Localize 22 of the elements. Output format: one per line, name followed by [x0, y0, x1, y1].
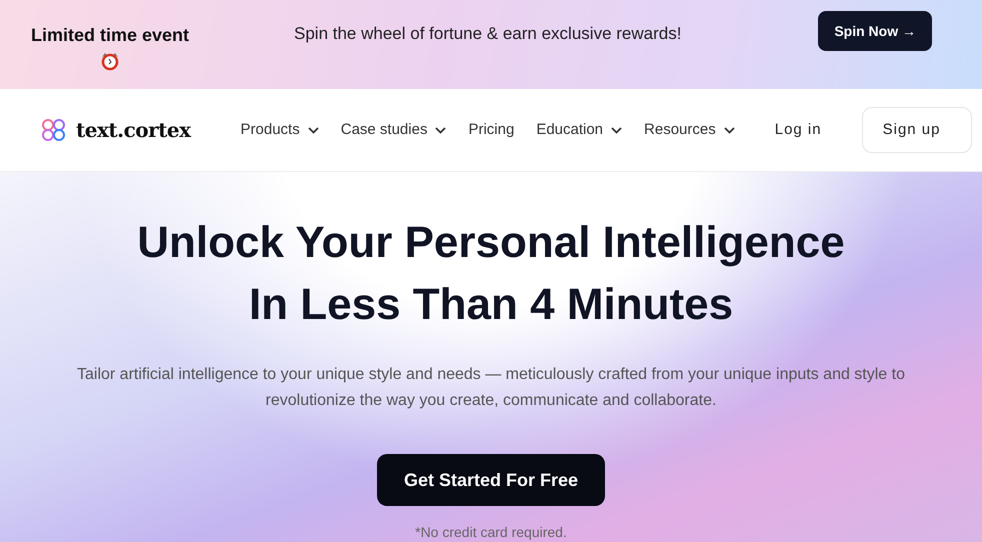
nav-link[interactable]: Pricing [468, 118, 514, 142]
get-started-button[interactable]: Get Started For Free [377, 454, 605, 506]
hero-headline: In Less Than 4 Minutes [248, 279, 734, 331]
chevron-down-icon [435, 126, 446, 134]
no-credit-card-note: *No credit card required. [415, 523, 567, 542]
chevron-down-icon [724, 126, 735, 134]
banner-message: Spin the wheel of fortune & earn exclusive rewards! [294, 23, 682, 45]
hero-subtitle: Tailor artificial intelligence to your unique style and needs — meticulously crafted from your unique inputs and style to revolutionize the way you create, communicate and collaborate. [76, 365, 906, 411]
alarm-clock-icon [100, 51, 120, 71]
nav-dropdown[interactable]: Case studies [340, 118, 446, 142]
hero-headline: Unlock Your Personal Intelligence [137, 217, 845, 269]
logo-icon [40, 117, 68, 143]
spin-now-button[interactable]: Spin Now → [818, 11, 932, 51]
logo-text: text.cortex [76, 117, 191, 144]
nav-dropdown[interactable]: Education [536, 118, 622, 142]
nav-dropdown[interactable]: Products [240, 118, 319, 142]
banner-title: Limited time event [30, 24, 190, 47]
chevron-down-icon [611, 126, 622, 134]
nav-dropdown[interactable]: Resources [644, 118, 735, 142]
login-link[interactable]: Log in [774, 118, 822, 142]
sign-up-button[interactable]: Sign up [862, 107, 972, 153]
chevron-down-icon [308, 126, 319, 134]
